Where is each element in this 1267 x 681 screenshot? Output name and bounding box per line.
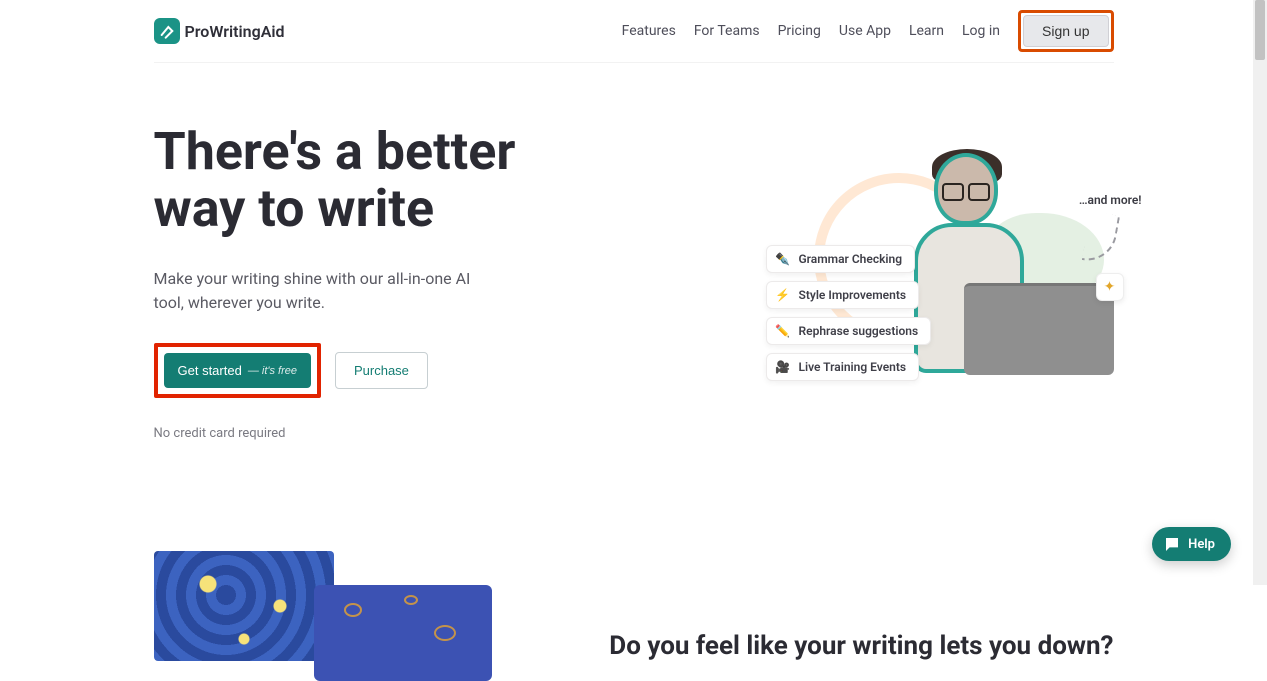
nav-login[interactable]: Log in	[962, 23, 1000, 39]
feature-chips: ✒️ Grammar Checking ⚡ Style Improvements…	[766, 245, 932, 381]
sparkle-badge: ✦	[1096, 273, 1124, 301]
highlight-get-started: Get started — it's free	[154, 343, 321, 398]
brand-name: ProWritingAid	[185, 22, 285, 41]
glasses-icon	[942, 183, 990, 197]
help-button[interactable]: Help	[1152, 527, 1231, 561]
blue-card-shape	[314, 585, 492, 681]
nav-use-app[interactable]: Use App	[839, 23, 891, 39]
chip-label: Rephrase suggestions	[799, 324, 919, 338]
chip-style: ⚡ Style Improvements	[766, 281, 920, 309]
lightning-icon: ⚡	[775, 288, 791, 302]
section2-title: Do you feel like your writing lets you d…	[609, 631, 1113, 661]
brand[interactable]: ProWritingAid	[154, 18, 285, 44]
get-started-sublabel: — it's free	[248, 365, 297, 377]
brand-logo-icon	[154, 18, 180, 44]
camera-icon: 🎥	[775, 360, 791, 374]
chip-label: Style Improvements	[799, 288, 907, 302]
swirl-icon	[404, 595, 418, 605]
nav-features[interactable]: Features	[622, 23, 676, 39]
arrow-squiggle-icon	[1081, 211, 1119, 265]
chip-grammar: ✒️ Grammar Checking	[766, 245, 916, 273]
pen-nib-icon: ✒️	[775, 252, 791, 266]
chip-rephrase: ✏️ Rephrase suggestions	[766, 317, 932, 345]
highlight-signup: Sign up	[1018, 10, 1113, 52]
nav-learn[interactable]: Learn	[909, 23, 944, 39]
sparkle-icon: ✦	[1104, 279, 1116, 295]
scrollbar-thumb[interactable]	[1255, 0, 1265, 60]
starry-night-thumb	[154, 551, 334, 661]
get-started-label: Get started	[178, 363, 242, 378]
laptop-icon	[964, 283, 1114, 375]
get-started-button[interactable]: Get started — it's free	[164, 353, 311, 388]
main-header: ProWritingAid Features For Teams Pricing…	[154, 0, 1114, 63]
purchase-button[interactable]: Purchase	[335, 352, 428, 389]
help-label: Help	[1188, 537, 1215, 552]
hero-subtitle: Make your writing shine with our all-in-…	[154, 267, 474, 315]
chip-label: Grammar Checking	[799, 252, 903, 266]
vertical-scrollbar[interactable]	[1253, 0, 1267, 585]
signup-button[interactable]: Sign up	[1023, 15, 1108, 47]
hero-title: There's a better way to write	[154, 123, 584, 237]
cta-row: Get started — it's free Purchase	[154, 343, 584, 398]
chip-label: Live Training Events	[799, 360, 907, 374]
chip-training: 🎥 Live Training Events	[766, 353, 920, 381]
primary-nav: Features For Teams Pricing Use App Learn…	[622, 10, 1114, 52]
hero-copy: There's a better way to write Make your …	[154, 123, 584, 441]
nav-pricing[interactable]: Pricing	[778, 23, 821, 39]
pencil-icon: ✏️	[775, 324, 791, 338]
hero-section: There's a better way to write Make your …	[154, 63, 1114, 441]
section-writing-lets-down: Do you feel like your writing lets you d…	[154, 551, 1114, 681]
chat-icon	[1164, 536, 1180, 552]
swirl-icon	[434, 625, 456, 641]
hero-illustration: ✦ …and more! ✒️ Grammar Checking ⚡ Style…	[784, 143, 1114, 403]
nav-for-teams[interactable]: For Teams	[694, 23, 760, 39]
artwork-group	[154, 551, 504, 681]
swirl-icon	[344, 603, 362, 617]
and-more-label: …and more!	[1079, 193, 1142, 207]
credit-note: No credit card required	[154, 426, 584, 441]
